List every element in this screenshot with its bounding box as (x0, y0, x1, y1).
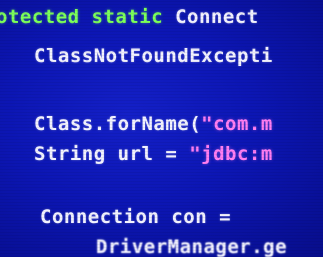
string-literal: "jdbc:m (189, 143, 273, 165)
code-line-1: otected static Connect (0, 8, 259, 27)
code-text: DriverManager.ge (96, 236, 288, 257)
code-text: Connect (163, 6, 259, 28)
code-text: ClassNotFoundExcepti (34, 45, 273, 67)
code-line-3: Class.forName("com.m (34, 115, 273, 134)
code-line-2: ClassNotFoundExcepti (34, 47, 273, 66)
code-line-4: String url = "jdbc:m (34, 145, 273, 164)
code-line-5: Connection con = (40, 208, 231, 227)
keyword-text: otected static (0, 6, 164, 28)
code-text: Connection con = (40, 206, 232, 228)
code-text: String url = (34, 143, 190, 165)
code-line-6: DriverManager.ge (96, 238, 287, 257)
code-editor-screen: otected static Connect ClassNotFoundExce… (0, 0, 323, 257)
code-text: Class.forName( (34, 113, 202, 135)
string-literal: "com.m (201, 113, 273, 135)
